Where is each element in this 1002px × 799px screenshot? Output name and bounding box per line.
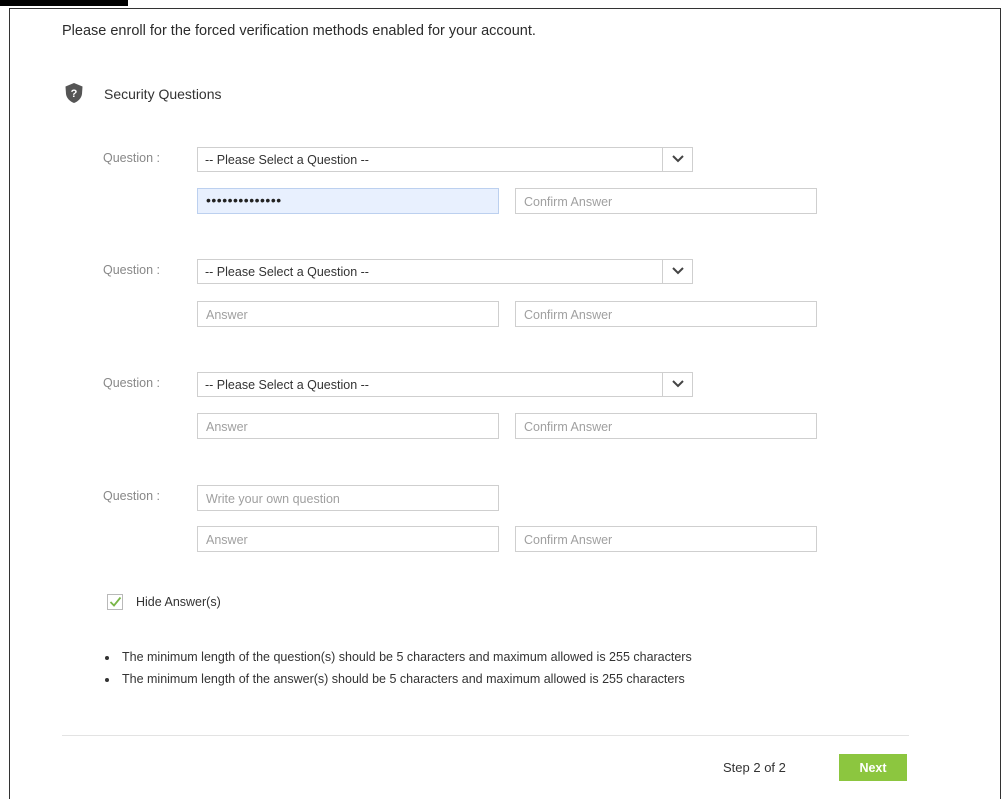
question-2-select[interactable]: -- Please Select a Question -- (197, 259, 693, 284)
question-2-select-value: -- Please Select a Question -- (205, 265, 369, 279)
step-indicator: Step 2 of 2 (723, 760, 786, 775)
checkmark-icon (109, 596, 122, 607)
shield-question-icon: ? (64, 82, 84, 104)
bullet-dot (105, 678, 109, 682)
hide-answers-checkbox[interactable] (107, 594, 123, 610)
chevron-down-icon (672, 267, 684, 275)
question-1-dropdown-button[interactable] (662, 148, 692, 171)
question-3-label: Question : (103, 376, 160, 390)
question-2-answer-field[interactable]: Answer (197, 301, 499, 327)
question-4-answer-field[interactable]: Answer (197, 526, 499, 552)
section-title: Security Questions (104, 86, 222, 102)
question-2-answer-placeholder: Answer (206, 308, 248, 322)
chevron-down-icon (672, 380, 684, 388)
question-2-dropdown-button[interactable] (662, 260, 692, 283)
question-3-answer-field[interactable]: Answer (197, 413, 499, 439)
question-1-select-value: -- Please Select a Question -- (205, 153, 369, 167)
note-text: The minimum length of the question(s) sh… (122, 650, 692, 664)
question-1-confirm-placeholder: Confirm Answer (524, 195, 613, 209)
question-3-select[interactable]: -- Please Select a Question -- (197, 372, 693, 397)
hide-answers-label: Hide Answer(s) (136, 595, 221, 609)
question-3-dropdown-button[interactable] (662, 373, 692, 396)
intro-text: Please enroll for the forced verificatio… (62, 23, 536, 39)
question-3-answer-placeholder: Answer (206, 420, 248, 434)
custom-question-field[interactable]: Write your own question (197, 485, 499, 511)
question-1-select[interactable]: -- Please Select a Question -- (197, 147, 693, 172)
next-button[interactable]: Next (839, 754, 907, 781)
question-2-confirm-placeholder: Confirm Answer (524, 308, 613, 322)
question-1-answer-field[interactable]: •••••••••••••• (197, 188, 499, 214)
svg-text:?: ? (71, 88, 78, 100)
question-4-confirm-field[interactable]: Confirm Answer (515, 526, 817, 552)
question-2-confirm-field[interactable]: Confirm Answer (515, 301, 817, 327)
question-1-answer-value: •••••••••••••• (206, 192, 282, 208)
question-2-label: Question : (103, 263, 160, 277)
question-3-confirm-placeholder: Confirm Answer (524, 420, 613, 434)
question-4-label: Question : (103, 489, 160, 503)
question-4-confirm-placeholder: Confirm Answer (524, 533, 613, 547)
question-3-confirm-field[interactable]: Confirm Answer (515, 413, 817, 439)
question-1-label: Question : (103, 151, 160, 165)
cropped-header-block (0, 0, 128, 6)
chevron-down-icon (672, 155, 684, 163)
question-1-confirm-field[interactable]: Confirm Answer (515, 188, 817, 214)
note-text: The minimum length of the answer(s) shou… (122, 672, 685, 686)
question-4-answer-placeholder: Answer (206, 533, 248, 547)
footer-divider (62, 735, 909, 736)
custom-question-placeholder: Write your own question (206, 492, 340, 506)
question-3-select-value: -- Please Select a Question -- (205, 378, 369, 392)
bullet-dot (105, 656, 109, 660)
